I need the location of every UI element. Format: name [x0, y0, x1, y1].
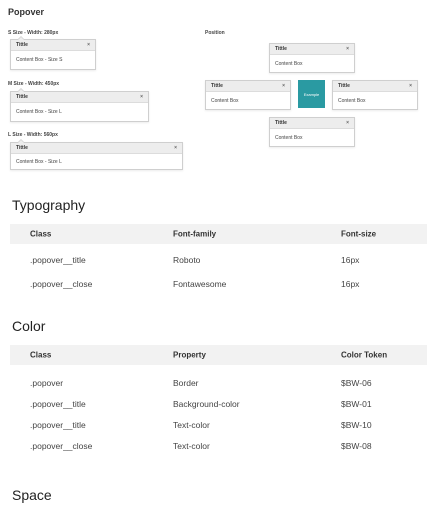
table-header: Class Property Color Token — [10, 345, 427, 365]
popover-position-left: Tittle × Content Box — [205, 80, 291, 110]
popover-header: Tittle × — [270, 118, 354, 129]
table-cell: Fontawesome — [173, 278, 227, 289]
popover-arrow — [17, 139, 25, 143]
color-section-title: Color — [12, 318, 46, 334]
popover-content: Content Box - Size L — [16, 159, 62, 165]
popover-header: Tittle × — [11, 92, 148, 103]
popover-header: Tittle × — [270, 44, 354, 55]
color-table: Class Property Color Token .popover Bord… — [10, 345, 427, 456]
column-header: Font-size — [341, 229, 377, 239]
popover-title: Tittle — [16, 145, 28, 151]
table-row: .popover__title Text-color $BW-10 — [10, 414, 427, 435]
popover-size-s: Tittle × Content Box - Size S — [10, 36, 96, 70]
popover-position-right: Tittle × Content Box — [332, 80, 418, 110]
close-icon[interactable]: × — [409, 83, 412, 89]
popover-target-example[interactable]: Example — [298, 80, 325, 108]
table-cell: Roboto — [173, 254, 201, 265]
popover-title: Tittle — [275, 46, 287, 52]
column-header: Property — [173, 350, 206, 360]
popover-header: Tittle × — [333, 81, 417, 92]
table-cell: .popover__title — [30, 419, 86, 430]
close-icon[interactable]: × — [140, 94, 143, 100]
column-header: Color Token — [341, 350, 388, 360]
popover-arrow — [17, 88, 25, 92]
size-s-label: S Size - Width: 280px — [8, 30, 59, 36]
typography-table: Class Font-family Font-size .popover__ti… — [10, 224, 427, 294]
table-cell: .popover__title — [30, 398, 86, 409]
popover-title: Tittle — [275, 120, 287, 126]
table-row: .popover__title Background-color $BW-01 — [10, 393, 427, 414]
table-header: Class Font-family Font-size — [10, 224, 427, 244]
position-label: Position — [205, 30, 225, 36]
popover-header: Tittle × — [11, 143, 182, 154]
popover-content: Content Box — [275, 60, 303, 67]
table-cell: Text-color — [173, 440, 210, 451]
close-icon[interactable]: × — [174, 145, 177, 151]
table-cell: .popover__close — [30, 440, 93, 451]
popover-title: Tittle — [211, 83, 223, 89]
popover-header: Tittle × — [11, 40, 95, 51]
size-l-label: L Size - Width: 560px — [8, 132, 58, 138]
table-cell: .popover__close — [30, 278, 93, 289]
column-header: Class — [30, 350, 52, 360]
table-cell: .popover__title — [30, 254, 86, 265]
column-header: Font-family — [173, 229, 217, 239]
table-cell: 16px — [341, 278, 360, 289]
table-cell: .popover — [30, 377, 64, 388]
close-icon[interactable]: × — [346, 46, 349, 52]
table-row: .popover Border $BW-06 — [10, 372, 427, 393]
table-cell: Text-color — [173, 419, 210, 430]
close-icon[interactable]: × — [87, 42, 90, 48]
popover-position-bottom: Tittle × Content Box — [269, 117, 355, 147]
table-cell: Border — [173, 377, 199, 388]
popover-size-l: Tittle × Content Box - Size L — [10, 139, 183, 170]
popover-header: Tittle × — [206, 81, 290, 92]
popover-title: Tittle — [16, 94, 28, 100]
table-cell: $BW-08 — [341, 440, 372, 451]
popover-content: Content Box - Size L — [16, 109, 62, 115]
popover-size-m: Tittle × Content Box - Size L — [10, 88, 149, 122]
table-cell: $BW-01 — [341, 398, 372, 409]
popover-content: Content Box — [338, 97, 366, 104]
table-row: .popover__close Fontawesome 16px — [10, 273, 427, 294]
close-icon[interactable]: × — [346, 120, 349, 126]
popover-arrow — [17, 36, 25, 40]
popover-title: Tittle — [338, 83, 350, 89]
popover-title: Tittle — [16, 42, 28, 48]
table-cell: Background-color — [173, 398, 240, 409]
table-cell: $BW-06 — [341, 377, 372, 388]
table-cell: 16px — [341, 254, 360, 265]
popover-section-title: Popover — [8, 7, 45, 17]
typography-section-title: Typography — [12, 197, 86, 213]
popover-content: Content Box — [275, 134, 303, 141]
column-header: Class — [30, 229, 52, 239]
table-cell: $BW-10 — [341, 419, 372, 430]
table-row: .popover__close Text-color $BW-08 — [10, 435, 427, 456]
close-icon[interactable]: × — [282, 83, 285, 89]
popover-content: Content Box — [211, 97, 239, 104]
table-row: .popover__title Roboto 16px — [10, 249, 427, 270]
space-section-title: Space — [12, 487, 52, 503]
popover-position-top: Tittle × Content Box — [269, 43, 355, 73]
popover-content: Content Box - Size S — [16, 57, 63, 63]
size-m-label: M Size - Width: 450px — [8, 81, 60, 87]
